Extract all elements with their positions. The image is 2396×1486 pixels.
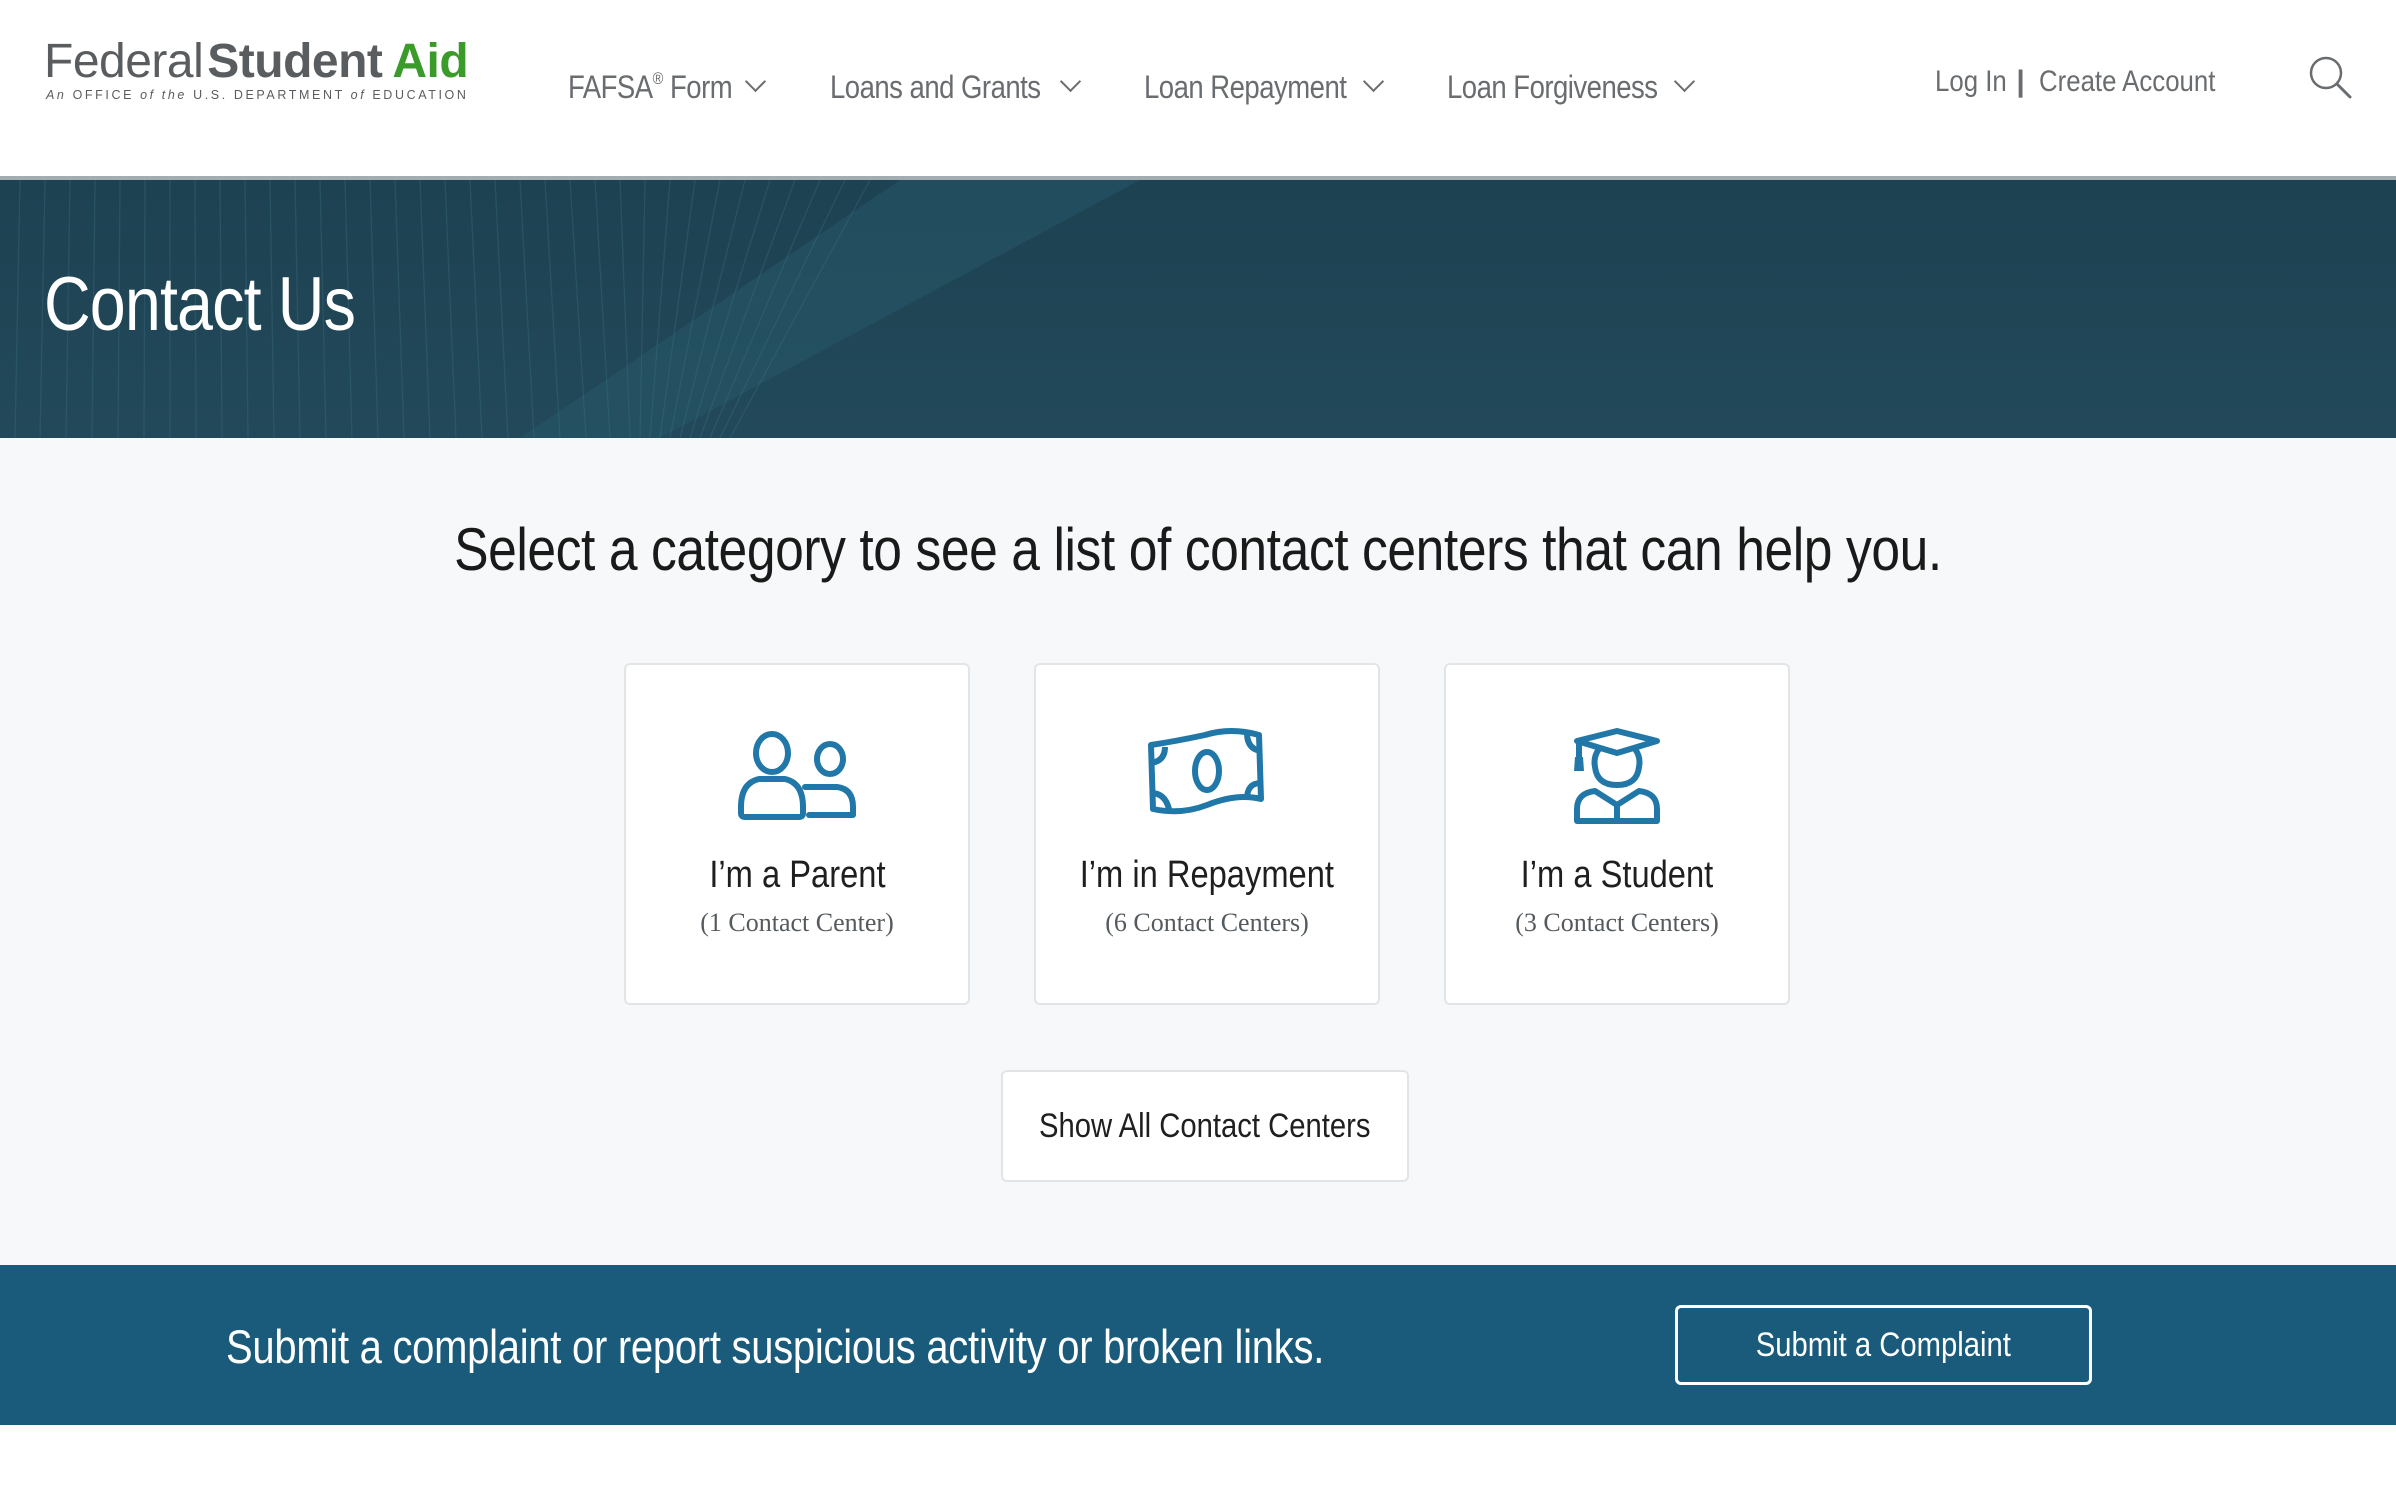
page-title: Contact Us <box>44 262 356 347</box>
tagline-part: EDUCATION <box>372 88 469 102</box>
complaint-banner-text: Submit a complaint or report suspicious … <box>226 1320 1325 1373</box>
nav-label-suffix: Form <box>662 68 733 105</box>
tagline-part: U.S. DEPARTMENT <box>193 88 345 102</box>
button-label: Submit a Complaint <box>1755 1325 2012 1364</box>
chevron-down-icon <box>1673 70 1696 93</box>
card-count: (1 Contact Center) <box>700 908 894 937</box>
button-label: Show All Contact Centers <box>1039 1106 1371 1145</box>
complaint-banner: Submit a complaint or report suspicious … <box>0 1265 2396 1425</box>
hero-banner: Contact Us <box>0 180 2396 438</box>
nav-label-text: FAFSA <box>568 68 653 105</box>
show-all-contact-centers-button[interactable]: Show All Contact Centers <box>1001 1070 1409 1182</box>
nav-label: Loan Repayment <box>1144 68 1347 105</box>
nav-loans-and-grants[interactable]: Loans and Grants <box>830 62 1082 112</box>
contact-category-section: Select a category to see a list of conta… <box>0 438 2396 1265</box>
section-heading-text: Select a category to see a list of conta… <box>454 516 1942 583</box>
tagline-part: OFFICE <box>72 88 135 102</box>
parent-users-icon <box>737 727 857 827</box>
nav-label: Loans and Grants <box>830 68 1041 105</box>
money-bill-icon <box>1147 727 1267 827</box>
nav-label: FAFSA® Form <box>568 68 733 106</box>
card-count: (6 Contact Centers) <box>1105 908 1309 937</box>
registered-mark: ® <box>652 68 664 88</box>
auth-links: Log In | Create Account <box>1935 60 2244 104</box>
card-title-text: I’m a Student <box>1520 854 1714 896</box>
card-title: I’m in Repayment <box>1036 853 1378 897</box>
section-heading: Select a category to see a list of conta… <box>0 510 2396 590</box>
card-title-text: I’m a Parent <box>708 854 886 896</box>
tagline-part: the <box>161 88 187 102</box>
create-account-link[interactable]: Create Account <box>2039 65 2215 99</box>
auth-separator: | <box>2016 65 2025 98</box>
card-title: I’m a Parent <box>626 853 968 897</box>
category-card-student[interactable]: I’m a Student (3 Contact Centers) <box>1444 663 1790 1005</box>
logo-word-aid: Aid <box>392 35 469 88</box>
logo-tagline: An OFFICE of the U.S. DEPARTMENT of EDUC… <box>46 88 468 102</box>
tagline-part: of <box>140 88 156 102</box>
chevron-down-icon <box>1059 70 1082 93</box>
category-card-repayment[interactable]: I’m in Repayment (6 Contact Centers) <box>1034 663 1380 1005</box>
nav-loan-repayment[interactable]: Loan Repayment <box>1144 62 1385 112</box>
graduate-student-icon <box>1557 727 1677 827</box>
card-count: (3 Contact Centers) <box>1515 908 1719 937</box>
nav-fafsa-form[interactable]: FAFSA® Form <box>568 62 767 112</box>
nav-label: Loan Forgiveness <box>1447 68 1658 105</box>
tagline-part: An <box>46 88 67 102</box>
tagline-part: of <box>350 88 367 102</box>
logo-word-federal: Federal <box>44 35 204 88</box>
category-card-parent[interactable]: I’m a Parent (1 Contact Center) <box>624 663 970 1005</box>
logo-word-student: Student <box>207 35 383 88</box>
card-title: I’m a Student <box>1446 853 1788 897</box>
submit-complaint-button[interactable]: Submit a Complaint <box>1675 1305 2092 1385</box>
chevron-down-icon <box>744 70 767 93</box>
nav-loan-forgiveness[interactable]: Loan Forgiveness <box>1447 62 1696 112</box>
logo-wordmark: FederalStudent Aid <box>44 35 469 88</box>
login-link[interactable]: Log In <box>1935 65 2007 99</box>
chevron-down-icon <box>1362 70 1385 93</box>
page-bottom <box>0 1425 2396 1486</box>
fsa-logo[interactable]: FederalStudent Aid An OFFICE of the U.S. … <box>44 36 469 108</box>
search-icon[interactable] <box>2306 54 2356 104</box>
card-title-text: I’m in Repayment <box>1079 854 1335 896</box>
site-header: FederalStudent Aid An OFFICE of the U.S. … <box>0 0 2396 180</box>
